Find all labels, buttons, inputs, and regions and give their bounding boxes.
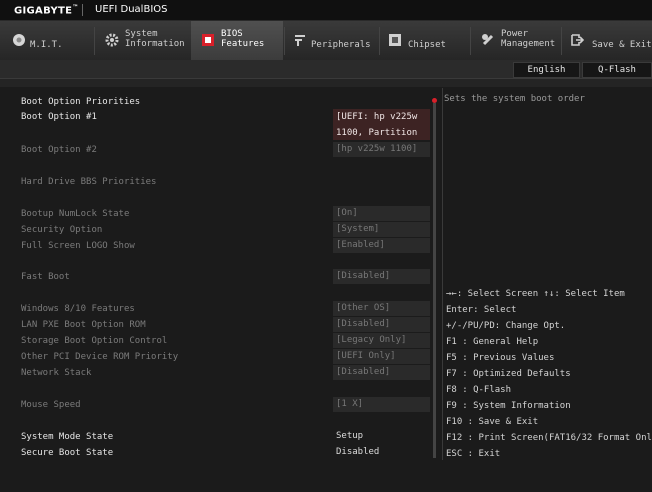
key-hint: →←: Select Screen ↑↓: Select Item	[446, 289, 625, 299]
setting-label: Mouse Speed	[21, 400, 81, 410]
tab-chipset[interactable]: Chipset	[380, 21, 470, 60]
boot-option-1-row[interactable]: Boot Option #1 [UEFI: hp v225w 1100, Par…	[10, 109, 440, 140]
numlock-row[interactable]: Bootup NumLock State [On]	[10, 206, 440, 222]
tab-label: Peripherals	[311, 40, 371, 50]
chip-icon	[389, 34, 401, 46]
storage-boot-row[interactable]: Storage Boot Option Control [Legacy Only…	[10, 333, 440, 349]
setting-label: Windows 8/10 Features	[21, 304, 135, 314]
tab-mit[interactable]: M.I.T.	[0, 21, 94, 60]
security-option-row[interactable]: Security Option [System]	[10, 222, 440, 238]
setting-label: LAN PXE Boot Option ROM	[21, 320, 146, 330]
setting-label: Hard Drive BBS Priorities	[21, 177, 157, 187]
numlock-value[interactable]: [On]	[333, 206, 430, 221]
fast-boot-row[interactable]: Fast Boot [Disabled]	[10, 269, 440, 285]
windows-features-row[interactable]: Windows 8/10 Features [Other OS]	[10, 301, 440, 317]
key-legend: →←: Select Screen ↑↓: Select Item Enter:…	[446, 286, 652, 462]
key-hint: ESC : Exit	[446, 449, 501, 459]
setting-label: Bootup NumLock State	[21, 209, 130, 219]
pci-rom-row[interactable]: Other PCI Device ROM Priority [UEFI Only…	[10, 349, 440, 365]
gauge-icon	[13, 34, 25, 46]
key-hint: F8 : Q-Flash	[446, 385, 512, 395]
qflash-button[interactable]: Q-Flash	[582, 62, 652, 78]
system-mode-row: System Mode State Setup	[10, 429, 440, 445]
setting-label: Security Option	[21, 225, 103, 235]
key-hint: F1 : General Help	[446, 337, 539, 347]
secure-boot-row: Secure Boot State Disabled	[10, 445, 440, 461]
setting-label: Secure Boot State	[21, 448, 114, 458]
main-tab-bar: M.I.T. System Information BIOS Features …	[0, 21, 652, 61]
plug-icon	[295, 35, 305, 46]
setting-label: Other PCI Device ROM Priority	[21, 352, 179, 362]
lan-pxe-value[interactable]: [Disabled]	[333, 317, 430, 332]
logo-show-value[interactable]: [Enabled]	[333, 238, 430, 253]
lan-pxe-row[interactable]: LAN PXE Boot Option ROM [Disabled]	[10, 317, 440, 333]
tab-peripherals[interactable]: Peripherals	[285, 21, 379, 60]
boot-priorities-header: Boot Option Priorities	[10, 94, 440, 110]
settings-panel: Boot Option Priorities Boot Option #1 [U…	[10, 88, 442, 460]
key-hint: F12 : Print Screen(FAT16/32 Format Only)	[446, 433, 652, 443]
key-hint: +/-/PU/PD: Change Opt.	[446, 321, 566, 331]
key-hint: F10 : Save & Exit	[446, 417, 539, 427]
key-hint: Enter: Select	[446, 305, 517, 315]
windows-features-value[interactable]: [Other OS]	[333, 301, 430, 316]
fast-boot-value[interactable]: [Disabled]	[333, 269, 430, 284]
help-description: Sets the system boot order	[444, 94, 585, 104]
key-hint: F9 : System Information	[446, 401, 571, 411]
gear-icon	[105, 33, 119, 47]
setting-label: Network Stack	[21, 368, 92, 378]
top-bar: GIGABYTE™ UEFI DualBIOS	[0, 0, 652, 21]
logo-show-row[interactable]: Full Screen LOGO Show [Enabled]	[10, 238, 440, 254]
tab-system-information[interactable]: System Information	[95, 21, 189, 60]
sub-bar: English Q-Flash	[0, 60, 652, 79]
tab-label: M.I.T.	[30, 40, 63, 50]
network-stack-value[interactable]: [Disabled]	[333, 365, 430, 380]
tab-bios-features[interactable]: BIOS Features	[191, 21, 283, 60]
boot-option-1-value[interactable]: [UEFI: hp v225w 1100, Partition 1]	[333, 109, 430, 140]
brand-divider	[82, 4, 83, 16]
mouse-speed-row[interactable]: Mouse Speed [1 X]	[10, 397, 440, 413]
section-header: Boot Option Priorities	[21, 97, 141, 107]
setting-label: Full Screen LOGO Show	[21, 241, 135, 251]
bios-chip-icon	[202, 34, 214, 46]
scroll-top-marker	[432, 98, 437, 103]
system-mode-value: Setup	[336, 431, 364, 441]
setting-label: Storage Boot Option Control	[21, 336, 168, 346]
panel-divider	[442, 88, 443, 460]
language-button[interactable]: English	[513, 62, 580, 78]
exit-icon	[571, 34, 584, 46]
key-hint: F7 : Optimized Defaults	[446, 369, 571, 379]
storage-boot-value[interactable]: [Legacy Only]	[333, 333, 430, 348]
setting-label: System Mode State	[21, 432, 114, 442]
header-band	[0, 79, 652, 87]
secure-boot-value: Disabled	[336, 447, 380, 457]
boot-option-2-value[interactable]: [hp v225w 1100]	[333, 142, 430, 157]
tab-label: Chipset	[408, 40, 446, 50]
tab-save-exit[interactable]: Save & Exit	[562, 21, 652, 60]
tab-label: Power Management	[501, 29, 556, 49]
gigabyte-logo: GIGABYTE™	[14, 4, 79, 17]
mouse-speed-value[interactable]: [1 X]	[333, 397, 430, 412]
security-option-value[interactable]: [System]	[333, 222, 430, 237]
tab-label: BIOS Features	[221, 29, 265, 49]
bottom-area	[0, 462, 652, 492]
tab-label: Save & Exit	[592, 40, 652, 50]
pci-rom-value[interactable]: [UEFI Only]	[333, 349, 430, 364]
product-name: UEFI DualBIOS	[95, 4, 168, 15]
tab-power-management[interactable]: Power Management	[471, 21, 561, 60]
power-icon	[482, 34, 494, 46]
hdd-bbs-row[interactable]: Hard Drive BBS Priorities	[10, 174, 440, 190]
boot-option-2-row[interactable]: Boot Option #2 [hp v225w 1100]	[10, 142, 440, 158]
scrollbar[interactable]	[433, 103, 436, 458]
setting-label: Boot Option #2	[21, 145, 97, 155]
setting-label: Boot Option #1	[21, 112, 97, 122]
setting-label: Fast Boot	[21, 272, 70, 282]
key-hint: F5 : Previous Values	[446, 353, 555, 363]
network-stack-row[interactable]: Network Stack [Disabled]	[10, 365, 440, 381]
tab-label: System Information	[125, 29, 185, 49]
